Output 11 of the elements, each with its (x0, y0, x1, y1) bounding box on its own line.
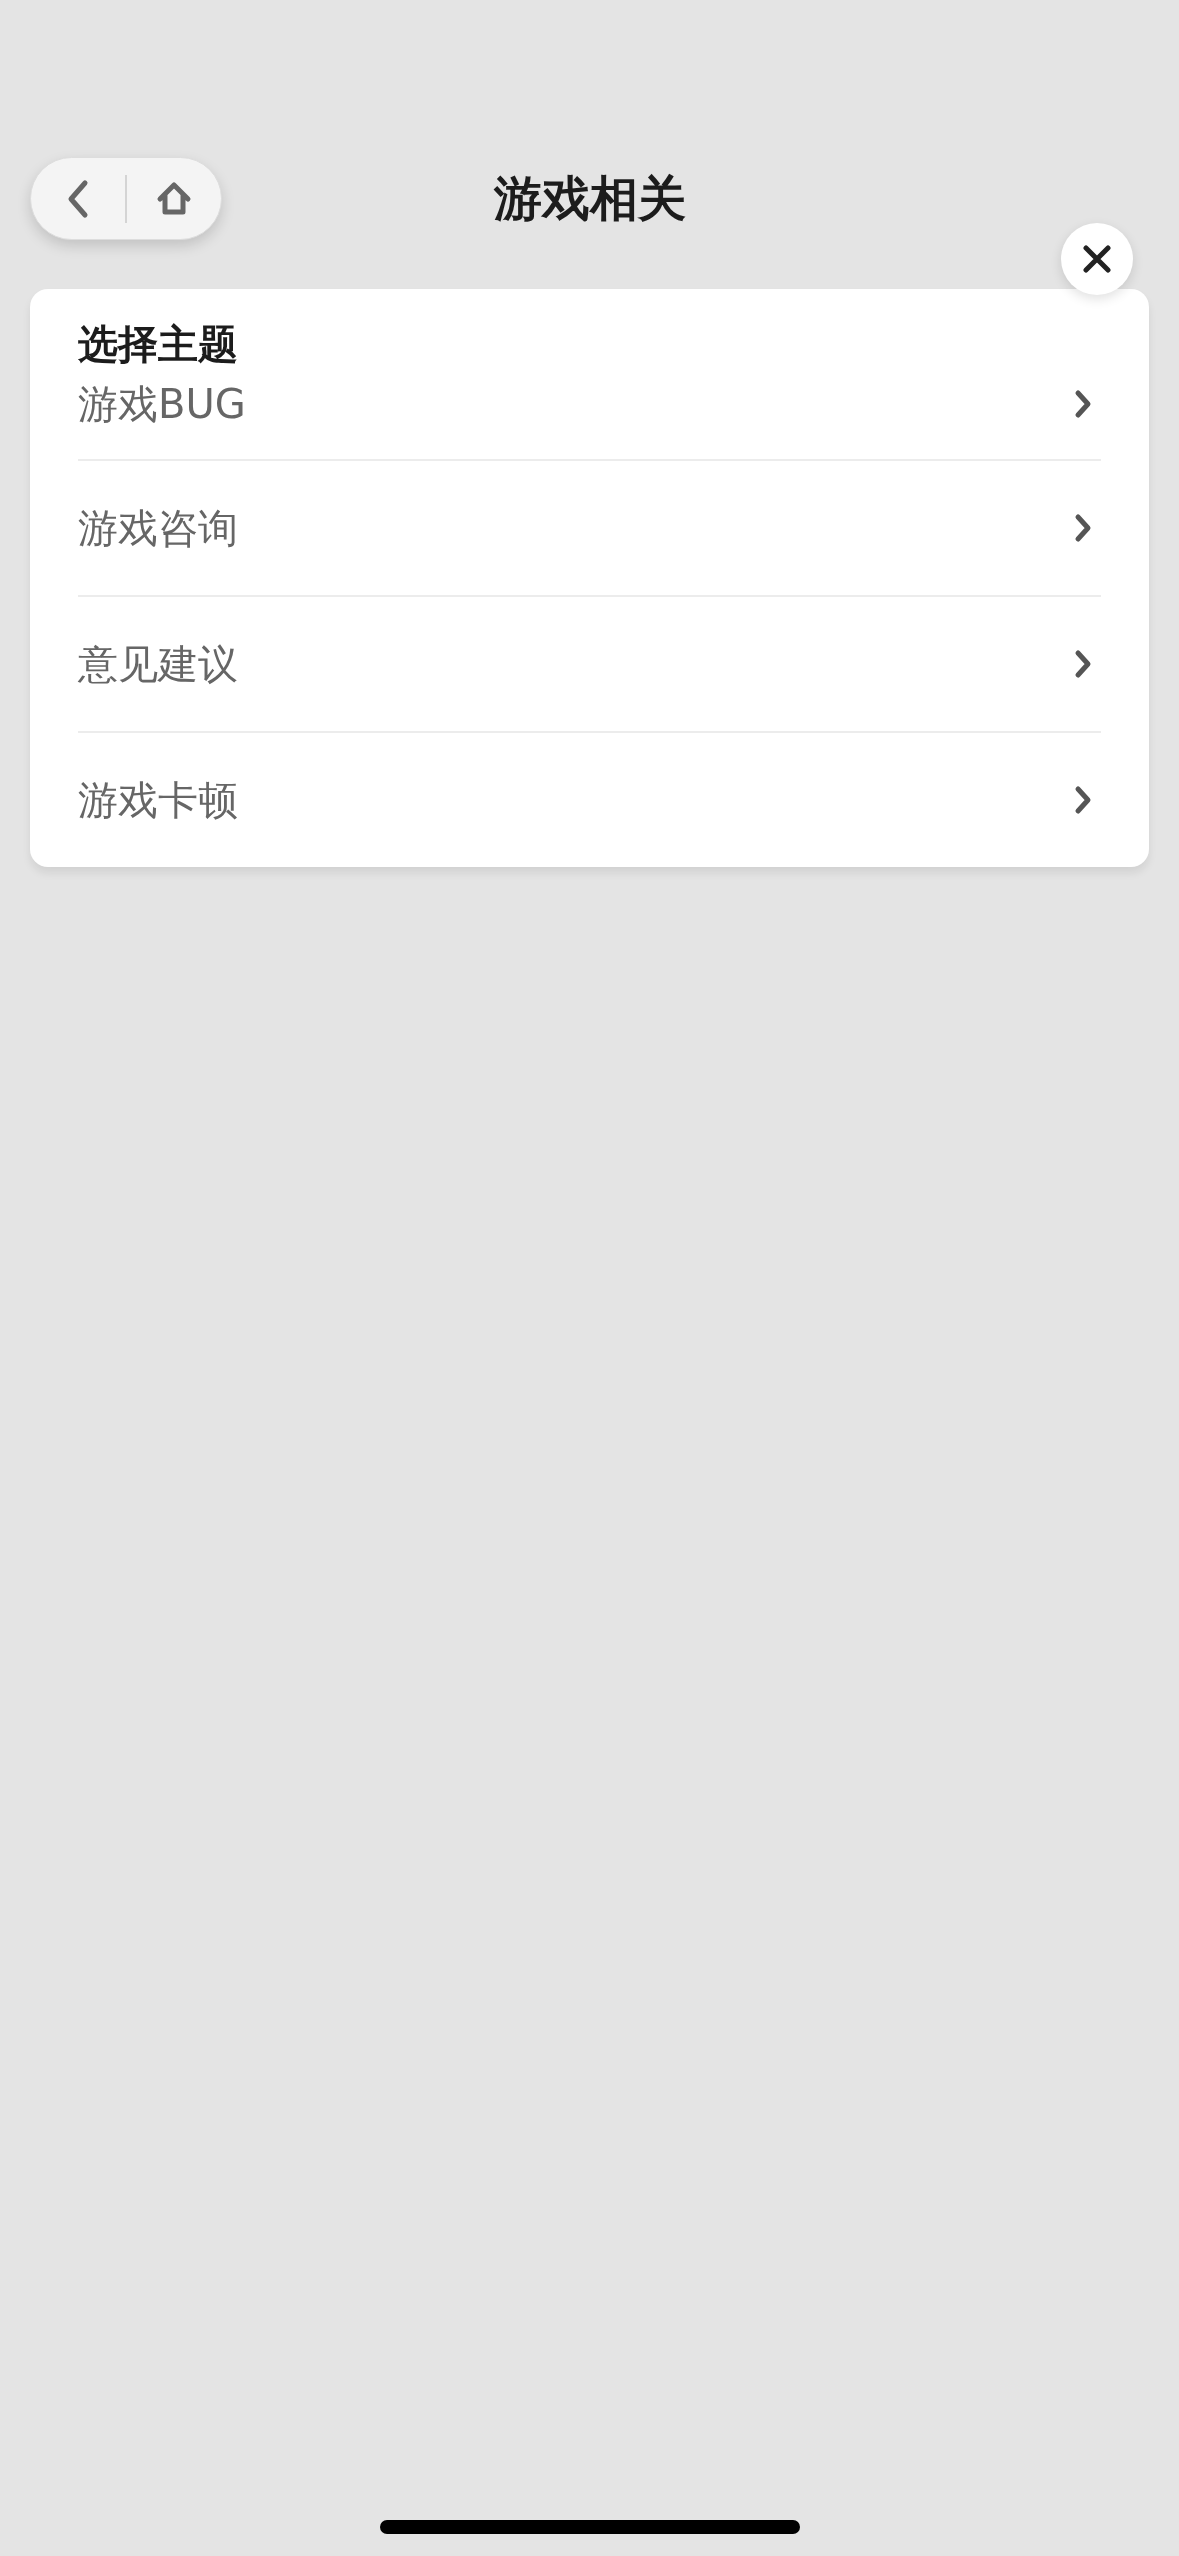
page-title: 游戏相关 (493, 168, 686, 228)
topic-item[interactable]: 意见建议 (78, 595, 1101, 731)
chevron-right-icon (1073, 785, 1093, 815)
chevron-right-icon (1073, 513, 1093, 543)
topic-item[interactable]: 游戏卡顿 (78, 731, 1101, 867)
chevron-right-icon (1073, 389, 1093, 419)
section-heading: 选择主题 (78, 320, 239, 369)
chevron-right-icon (1073, 649, 1093, 679)
topic-item[interactable]: 游戏咨询 (78, 459, 1101, 595)
close-button[interactable] (1061, 223, 1133, 295)
close-icon (1083, 245, 1111, 273)
